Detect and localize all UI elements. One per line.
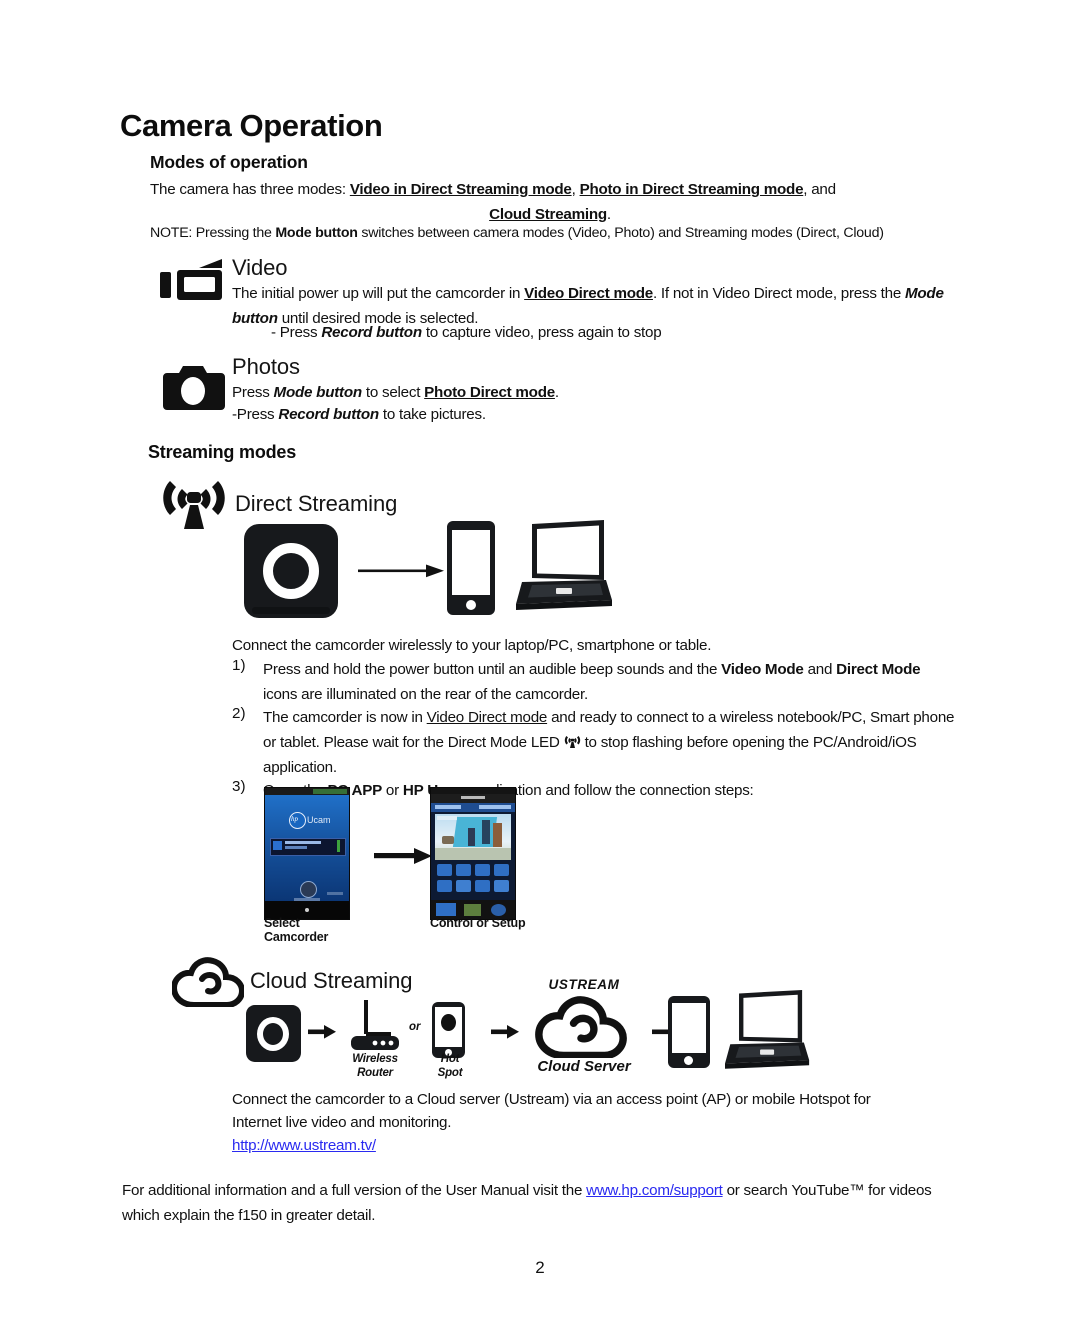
- photos-mode-button: Mode button: [273, 384, 363, 401]
- step-1-c: icons are illuminated on the rear of the…: [263, 686, 588, 703]
- step-2-number: 2): [232, 705, 246, 722]
- video-line1-a: The initial power up will put the camcor…: [232, 285, 525, 302]
- modes-intro-suffix: .: [606, 206, 611, 223]
- step-3-number: 3): [232, 778, 246, 795]
- step-1-text: Press and hold the power button until an…: [263, 657, 953, 707]
- step-1-b: and: [803, 661, 837, 678]
- direct-streaming-intro: Connect the camcorder wirelessly to your…: [232, 637, 712, 654]
- modes-intro-prefix: The camera has three modes:: [150, 181, 350, 198]
- hotspot-caption-line2: Spot: [437, 1067, 463, 1079]
- step-3-b: or: [381, 782, 403, 799]
- photos-line1-c: .: [554, 384, 559, 401]
- video-bullet-a: - Press: [271, 324, 322, 341]
- wifi-antenna-icon: [160, 477, 228, 533]
- arrow-right-icon-1: [308, 1024, 336, 1040]
- video-record-button: Record button: [321, 324, 422, 341]
- screenshot-2-caption: Control or Setup: [430, 916, 526, 930]
- wifi-antenna-icon-inline: [564, 734, 581, 750]
- direct-streaming-heading: Direct Streaming: [235, 491, 398, 516]
- app-screenshot-select-camcorder: hp Ucam: [264, 787, 350, 920]
- cloud-streaming-heading: Cloud Streaming: [250, 968, 413, 993]
- mode-video-direct: Video in Direct Streaming mode: [349, 181, 572, 198]
- photos-line1-a: Press: [232, 384, 274, 401]
- or-label: or: [409, 1021, 421, 1033]
- cloud-icon: [172, 957, 244, 1007]
- photos-line1-b: to select: [361, 384, 425, 401]
- footer-paragraph: For additional information and a full ve…: [122, 1178, 962, 1228]
- cloud-streaming-body-line2: Internet live video and monitoring.: [232, 1114, 452, 1131]
- step-1-number: 1): [232, 657, 246, 674]
- arrow-right-icon: [358, 563, 444, 579]
- note-suffix: switches between camera modes (Video, Ph…: [357, 225, 884, 241]
- cloud-server-label: Cloud Server: [537, 1058, 631, 1075]
- smartphone-icon-cloud: [668, 996, 710, 1068]
- cloud-streaming-body-line1: Connect the camcorder to a Cloud server …: [232, 1091, 871, 1108]
- step-1-direct-mode: Direct Mode: [836, 661, 921, 678]
- mode-photo-direct: Photo in Direct Streaming mode: [579, 181, 804, 198]
- video-direct-mode-bold: Video Direct mode: [524, 285, 653, 302]
- step-2-text: The camcorder is now in Video Direct mod…: [263, 705, 963, 780]
- photos-record-button: Record button: [278, 406, 379, 423]
- step-1-video-mode: Video Mode: [721, 661, 804, 678]
- step-1-a: Press and hold the power button until an…: [263, 661, 722, 678]
- ustream-link[interactable]: http://www.ustream.tv/: [232, 1137, 376, 1154]
- ustream-link-row: http://www.ustream.tv/: [232, 1133, 732, 1158]
- hotspot-phone-icon: [432, 1002, 465, 1058]
- photos-line2-a: -Press: [232, 406, 279, 423]
- photos-line2-b: to take pictures.: [378, 406, 486, 423]
- page-title: Camera Operation: [120, 108, 383, 143]
- ucam-brand-label: Ucam: [307, 815, 331, 825]
- photos-line2: -Press Record button to take pictures.: [232, 402, 950, 427]
- footer-a: For additional information and a full ve…: [122, 1182, 587, 1199]
- screenshot-1-caption-line2: Camcorder: [264, 930, 329, 944]
- video-bullet: - Press Record button to capture video, …: [271, 320, 961, 345]
- camcorder-module-icon-cloud: [246, 1005, 301, 1062]
- laptop-icon: [508, 518, 613, 618]
- hp-support-link[interactable]: www.hp.com/support: [586, 1182, 723, 1199]
- step-2-a: The camcorder is now in: [263, 709, 427, 726]
- page-number: 2: [535, 1258, 545, 1277]
- document-page: Camera Operation Modes of operation The …: [0, 0, 1080, 1336]
- camera-icon: [163, 362, 225, 412]
- photo-direct-mode-bold: Photo Direct mode: [424, 384, 555, 401]
- modes-intro-paragraph: The camera has three modes: Video in Dir…: [150, 177, 950, 202]
- video-heading: Video: [232, 255, 288, 280]
- camcorder-icon: [160, 258, 228, 306]
- router-caption-line1: Wireless: [352, 1053, 398, 1065]
- arrow-right-icon-2: [491, 1024, 519, 1040]
- camcorder-module-icon: [244, 524, 338, 618]
- laptop-icon-cloud: [718, 988, 810, 1076]
- section-heading-modes-of-operation: Modes of operation: [150, 152, 308, 172]
- step-3-text: Open the PC APP or HP Ucam application a…: [263, 778, 953, 803]
- note-mode-button: Mode button: [275, 225, 358, 241]
- screenshot-1-caption-line1: Select: [264, 916, 300, 930]
- video-bullet-b: to capture video, press again to stop: [421, 324, 662, 341]
- section-heading-streaming-modes: Streaming modes: [148, 442, 297, 462]
- arrow-right-icon-app-flow: [374, 847, 432, 865]
- modes-sep-1: ,: [571, 181, 580, 198]
- step-2-video-direct-mode: Video Direct mode: [426, 709, 548, 726]
- photos-heading: Photos: [232, 354, 300, 379]
- app-screenshot-control-or-setup: [430, 787, 516, 920]
- mode-cloud-streaming: Cloud Streaming: [489, 206, 607, 223]
- wireless-router-icon: [345, 996, 405, 1056]
- modes-sep-2: , and: [803, 181, 836, 198]
- ustream-label: USTREAM: [548, 977, 620, 992]
- cloud-server-icon: [535, 996, 627, 1058]
- hotspot-caption-line1: Hot: [440, 1053, 460, 1065]
- note-prefix: NOTE: Pressing the: [150, 225, 276, 241]
- router-caption-line2: Router: [357, 1067, 393, 1079]
- modes-note: NOTE: Pressing the Mode button switches …: [150, 222, 960, 245]
- video-line1-b: . If not in Video Direct mode, press the: [652, 285, 905, 302]
- smartphone-icon: [447, 521, 495, 615]
